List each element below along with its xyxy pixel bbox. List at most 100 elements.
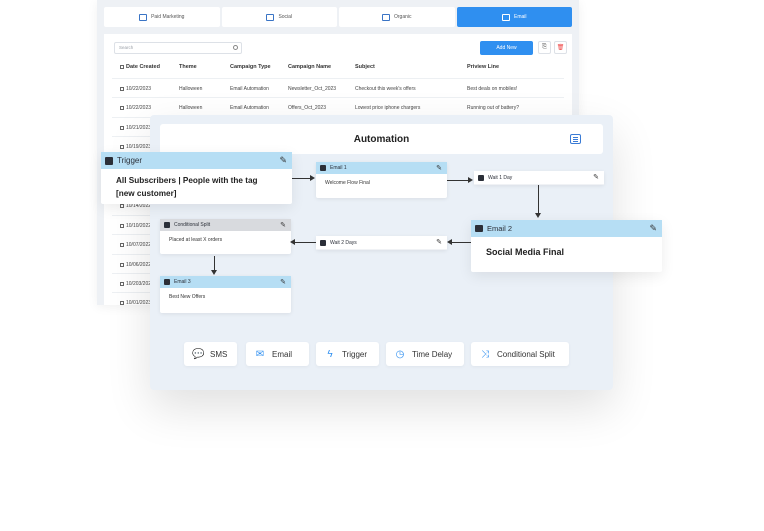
node-header: Email 2 ✎ <box>471 220 662 237</box>
node-header: Trigger ✎ <box>101 152 292 169</box>
cell-type: Email Automation <box>230 105 269 111</box>
menu-icon[interactable] <box>570 134 581 144</box>
cell-name: Offers_Oct_2023 <box>288 105 326 111</box>
organic-icon <box>381 13 390 21</box>
sms-tool-button[interactable]: 💬 SMS <box>184 342 237 366</box>
row-checkbox[interactable] <box>120 262 124 267</box>
cell-subject: Lowest price iphone chargers <box>355 105 421 111</box>
arrow-head <box>535 213 541 218</box>
clock-icon <box>320 239 326 246</box>
cell-subject: Checkout this week's offers <box>355 86 416 92</box>
cell-preview: Best deals on mobiles! <box>467 86 518 92</box>
row-checkbox[interactable] <box>120 86 124 91</box>
tab-label: Email <box>513 14 527 20</box>
edit-icon[interactable]: ✎ <box>436 238 442 246</box>
table-row[interactable]: 10/22/2023 Halloween Email Automation Of… <box>112 97 564 116</box>
arrow-head <box>290 239 295 245</box>
connector-line <box>214 256 215 270</box>
email-2-node[interactable]: Email 2 ✎ Social Media Final <box>471 220 662 272</box>
megaphone-icon <box>139 13 148 21</box>
trigger-node[interactable]: Trigger ✎ All Subscribers | People with … <box>101 152 292 204</box>
column-header: Date Created <box>126 64 160 70</box>
row-checkbox[interactable] <box>120 125 124 130</box>
node-label: Email 2 <box>487 224 513 233</box>
tool-label: Conditional Split <box>497 349 555 359</box>
wait-1-day-node[interactable]: Wait 1 Day ✎ <box>474 171 604 185</box>
column-header: Campaign Name <box>288 64 332 70</box>
table-row[interactable]: 10/22/2023 Halloween Email Automation Ne… <box>112 78 564 97</box>
cell-date: 10/19/2023 <box>126 144 152 150</box>
edit-icon[interactable]: ✎ <box>280 278 286 286</box>
row-checkbox[interactable] <box>120 281 124 286</box>
arrow-head <box>211 270 217 275</box>
node-label: Email 3 <box>174 279 191 285</box>
cell-date: 10/22/2023 <box>126 86 152 92</box>
node-header: Email 1 ✎ <box>316 162 447 174</box>
mail-icon <box>320 165 326 171</box>
email-3-node[interactable]: Email 3 ✎ Best New Offers <box>160 276 291 313</box>
row-checkbox[interactable] <box>120 105 124 110</box>
trigger-tool-button[interactable]: ϟ Trigger <box>316 342 379 366</box>
node-body: Placed at least X orders <box>169 237 223 243</box>
delete-icon[interactable]: 🗑 <box>554 41 567 54</box>
cell-date: 10/07/2022 <box>126 242 152 248</box>
edit-icon[interactable]: ✎ <box>280 221 286 229</box>
connector-line <box>538 185 539 213</box>
tab-label: Paid Marketing <box>151 14 185 20</box>
cell-date: 10/21/2023 <box>126 125 152 131</box>
clock-icon <box>478 174 484 181</box>
node-body: Social Media Final <box>486 247 565 257</box>
connector-line <box>292 178 311 179</box>
arrow-head <box>310 175 315 181</box>
split-icon: ⤨ <box>481 348 489 360</box>
search-input[interactable]: Search <box>114 42 242 54</box>
conditional-split-node[interactable]: Conditional Split ✎ Placed at least X or… <box>160 219 291 254</box>
add-new-button[interactable]: Add New <box>480 41 533 55</box>
node-label: Conditional Split <box>174 222 211 228</box>
connector-line <box>295 242 316 243</box>
conditional-split-tool-button[interactable]: ⤨ Conditional Split <box>471 342 569 366</box>
edit-icon[interactable]: ✎ <box>279 155 287 166</box>
column-header: Priview Line <box>467 64 500 70</box>
time-delay-tool-button[interactable]: ◷ Time Delay <box>386 342 464 366</box>
select-all-checkbox[interactable] <box>120 64 124 69</box>
tool-label: Email <box>272 349 293 359</box>
mail-icon <box>164 279 170 285</box>
tab-organic[interactable]: Organic <box>339 7 455 27</box>
tool-label: Time Delay <box>412 349 453 359</box>
wait-2-days-node[interactable]: Wait 2 Days ✎ <box>316 236 447 250</box>
tab-email[interactable]: Email <box>456 7 572 27</box>
row-checkbox[interactable] <box>120 242 124 247</box>
search-icon <box>233 45 238 50</box>
row-checkbox[interactable] <box>120 223 124 228</box>
row-checkbox[interactable] <box>120 300 124 305</box>
node-header: Email 3 ✎ <box>160 276 291 288</box>
mail-icon <box>475 225 483 232</box>
connector-line <box>452 242 471 243</box>
search-placeholder: Search <box>119 45 134 50</box>
row-checkbox[interactable] <box>120 144 124 149</box>
mail-icon <box>501 13 510 21</box>
email-tool-button[interactable]: ✉ Email <box>246 342 309 366</box>
cell-theme: Halloween <box>179 105 203 111</box>
connector-line <box>447 180 469 181</box>
cell-preview: Running out of battery? <box>467 105 519 111</box>
email-1-node[interactable]: Email 1 ✎ Welcome Flow Final <box>316 162 447 198</box>
cell-date: 10/10/2022 <box>126 223 152 229</box>
tab-paid-marketing[interactable]: Paid Marketing <box>104 7 220 27</box>
tab-social[interactable]: Social <box>221 7 337 27</box>
tool-label: SMS <box>210 349 228 359</box>
cell-date: 10/06/2022 <box>126 262 152 268</box>
arrow-head <box>468 177 473 183</box>
lightning-icon: ϟ <box>327 348 333 360</box>
node-label: Wait 2 Days <box>330 239 357 246</box>
export-icon[interactable]: ⎘ <box>538 41 551 54</box>
channel-tabs: Paid Marketing Social Organic Email <box>104 7 572 27</box>
edit-icon[interactable]: ✎ <box>649 223 657 234</box>
node-body: Welcome Flow Final <box>325 180 370 186</box>
edit-icon[interactable]: ✎ <box>593 173 599 181</box>
edit-icon[interactable]: ✎ <box>436 164 442 172</box>
cell-date: 10/22/2023 <box>126 105 152 111</box>
cell-type: Email Automation <box>230 86 269 92</box>
table-header: Date Created Theme Campaign Type Campaig… <box>112 64 564 75</box>
